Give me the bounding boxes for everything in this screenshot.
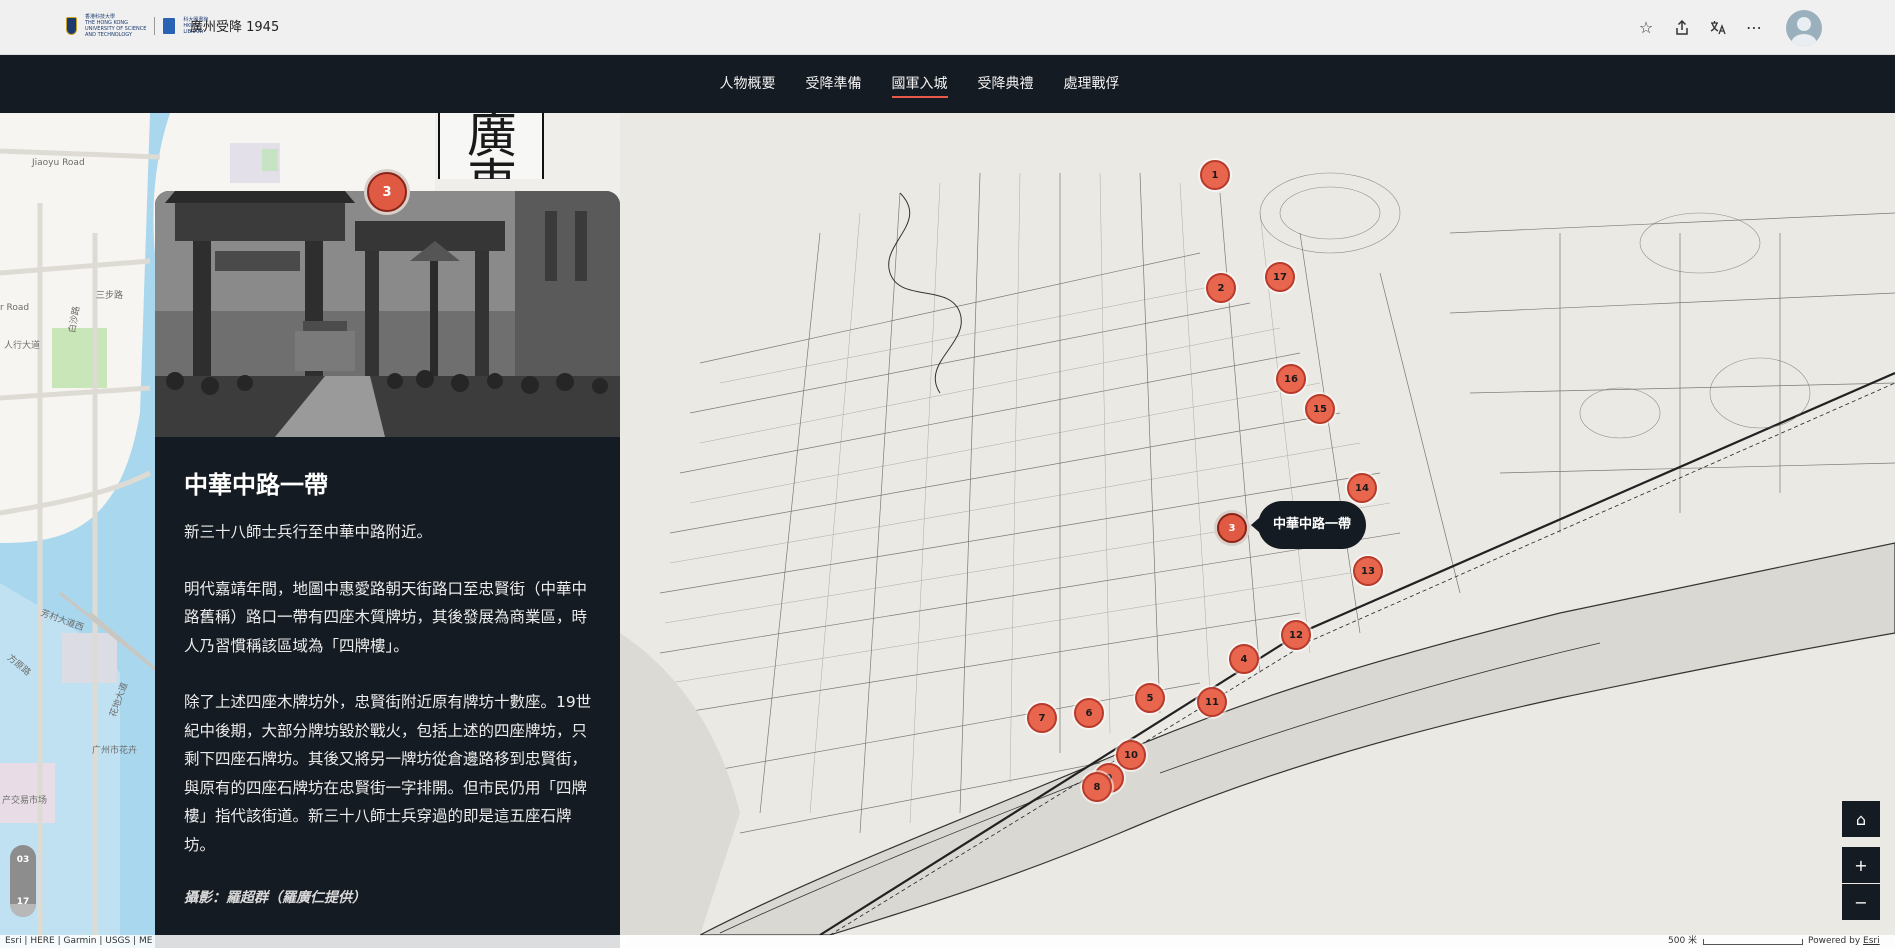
scale-bar: [1703, 939, 1803, 945]
map-marker[interactable]: 15: [1305, 394, 1335, 424]
tablet-char: 東: [467, 143, 517, 179]
basemap-poi-label: 产交易市场: [2, 796, 48, 806]
archway-photo-illustration: [155, 191, 620, 437]
map-marker[interactable]: 8: [1082, 772, 1112, 802]
map-marker[interactable]: 7: [1027, 703, 1057, 733]
zoom-out-button[interactable]: −: [1842, 884, 1880, 920]
story-progress-indicator[interactable]: 03 17: [10, 845, 36, 917]
story-card-title: 中華中路一帶: [184, 470, 328, 499]
basemap-road-label: 人行大道: [4, 341, 41, 351]
map-marker[interactable]: 13: [1353, 556, 1383, 586]
story-card[interactable]: 中華中路一帶 新三十八師士兵行至中華中路附近。 明代嘉靖年間，地圖中惠愛路朝天街…: [155, 191, 620, 948]
hkust-crest-icon: [66, 17, 77, 35]
basemap-poi-label: 广州市花卉: [92, 746, 138, 756]
story-card-paragraph: 明代嘉靖年間，地圖中惠愛路朝天街路口至忠賢街（中華中路舊稱）路口一帶有四座木質牌…: [184, 579, 588, 655]
map-marker[interactable]: 4: [1229, 644, 1259, 674]
nav-item-pow[interactable]: 處理戰俘: [1049, 70, 1135, 98]
map-marker[interactable]: 17: [1265, 262, 1295, 292]
library-logo-icon: [163, 18, 176, 34]
section-nav-items: 人物概要 受降準備 國軍入城 受降典禮 處理戰俘: [705, 70, 1135, 98]
basemap-road-label: 三步路: [96, 291, 124, 301]
basemap-road-label: Jiaoyu Road: [32, 158, 85, 168]
map-marker[interactable]: 2: [1206, 273, 1236, 303]
translate-icon[interactable]: [1700, 10, 1736, 46]
story-title: 廣州受降 1945: [190, 20, 280, 35]
app-header: 香港科技大學 THE HONG KONG UNIVERSITY OF SCIEN…: [0, 0, 1895, 55]
marker-tooltip: 中華中路一帶: [1250, 501, 1367, 549]
story-progress-current: 03: [16, 855, 30, 865]
share-icon-glyph: [1676, 20, 1688, 35]
hkust-logo-text: 香港科技大學 THE HONG KONG UNIVERSITY OF SCIEN…: [85, 14, 146, 38]
share-icon[interactable]: [1664, 10, 1700, 46]
nav-item-overview[interactable]: 人物概要: [705, 70, 791, 98]
story-card-body: 中華中路一帶 新三十八師士兵行至中華中路附近。 明代嘉靖年間，地圖中惠愛路朝天街…: [184, 465, 594, 907]
map-marker[interactable]: 5: [1135, 683, 1165, 713]
map-marker[interactable]: 1: [1200, 160, 1230, 190]
section-nav: 人物概要 受降準備 國軍入城 受降典禮 處理戰俘: [0, 55, 1895, 113]
map-marker[interactable]: 14: [1347, 473, 1377, 503]
nav-item-preparation[interactable]: 受降準備: [791, 70, 877, 98]
zoom-in-button[interactable]: +: [1842, 847, 1880, 883]
map-marker-selected[interactable]: 3: [1217, 513, 1247, 543]
map-attribution-bar: Esri | HERE | Garmin | USGS | ME 500 米 P…: [0, 935, 1895, 948]
story-card-paragraph: 新三十八師士兵行至中華中路附近。: [184, 523, 433, 541]
scale-label: 500 米: [1668, 936, 1698, 946]
map-marker[interactable]: 11: [1197, 687, 1227, 717]
favorite-star-icon[interactable]: ☆: [1628, 10, 1664, 46]
home-icon[interactable]: ⌂: [1842, 801, 1880, 837]
story-progress-total: 17: [16, 897, 30, 907]
user-avatar[interactable]: [1786, 9, 1822, 46]
hkust-logo-line: AND TECHNOLOGY: [85, 32, 132, 38]
historic-map-title-tablet: 廣 東: [438, 113, 544, 179]
powered-by: Powered by Esri: [1808, 935, 1880, 948]
map-marker[interactable]: 6: [1074, 698, 1104, 728]
historic-photo: [155, 191, 620, 437]
map-marker[interactable]: 10: [1116, 740, 1146, 770]
esri-link[interactable]: Esri: [1863, 936, 1880, 946]
card-location-marker[interactable]: 3: [367, 172, 407, 212]
basemap-road-label: r Road: [0, 303, 30, 313]
map-attribution[interactable]: Esri | HERE | Garmin | USGS | ME: [5, 935, 152, 948]
institution-logos[interactable]: 香港科技大學 THE HONG KONG UNIVERSITY OF SCIEN…: [66, 14, 208, 38]
powered-by-prefix: Powered by: [1808, 936, 1861, 946]
nav-item-army-entry[interactable]: 國軍入城: [877, 70, 963, 98]
photo-credit: 攝影：羅超群（羅廣仁提供）: [184, 890, 366, 906]
logo-divider: [154, 17, 156, 35]
more-options-icon[interactable]: ⋯: [1736, 10, 1772, 46]
nav-item-ceremony[interactable]: 受降典禮: [963, 70, 1049, 98]
map-marker[interactable]: 12: [1281, 620, 1311, 650]
story-card-paragraph: 除了上述四座木牌坊外，忠賢街附近原有牌坊十數座。19世紀中後期，大部分牌坊毀於戰…: [184, 693, 592, 854]
header-actions: ☆ ⋯: [1628, 0, 1895, 55]
map-marker[interactable]: 16: [1276, 364, 1306, 394]
translate-icon-glyph: [1710, 21, 1726, 35]
